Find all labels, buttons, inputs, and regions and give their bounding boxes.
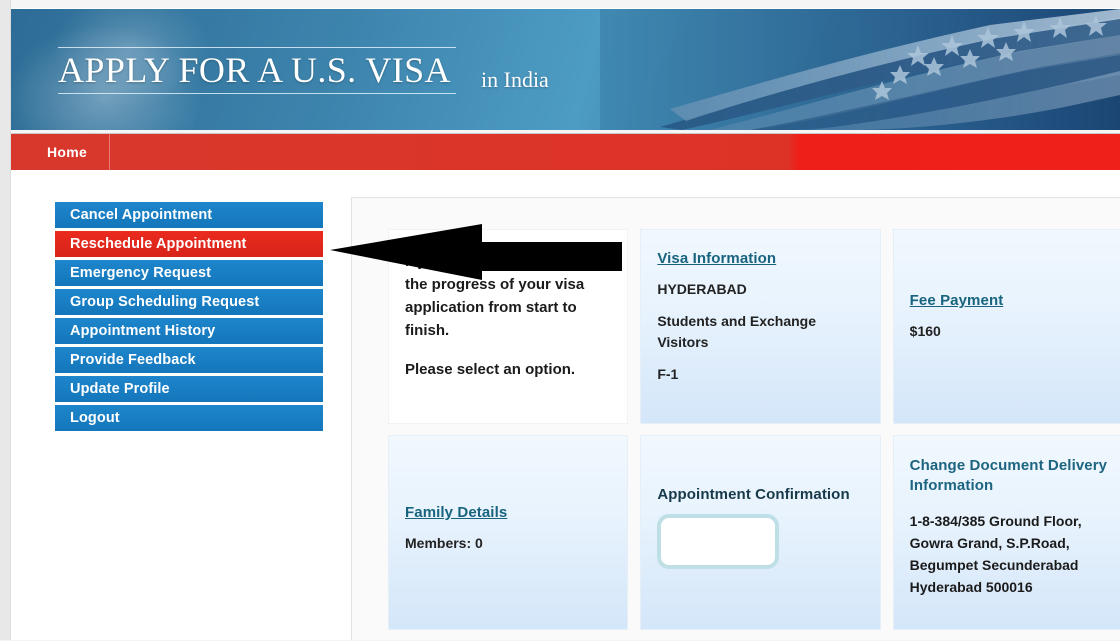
banner-country: in India <box>481 67 549 92</box>
us-flag-svg <box>600 9 1120 130</box>
family-details-members: Members: 0 <box>405 535 483 551</box>
document-delivery-address-line-1: 1-8-384/385 Ground Floor, <box>909 513 1082 529</box>
us-flag-image <box>600 9 1120 130</box>
dashboard-row-bottom: Family Details Members: 0 Appointment Co… <box>388 435 1120 630</box>
sidebar-menu: Cancel Appointment Reschedule Appointmen… <box>42 200 323 433</box>
card-document-delivery[interactable]: Change Document Delivery Information 1-8… <box>892 435 1120 630</box>
page-root: APPLY FOR A U.S. VISA in India Home Canc… <box>0 0 1120 640</box>
main-navbar: Home <box>11 133 1120 171</box>
sidebar-item-update-profile[interactable]: Update Profile <box>55 376 323 402</box>
left-gutter <box>0 0 11 640</box>
document-delivery-address-line-2: Gowra Grand, S.P.Road, <box>909 535 1070 551</box>
content-area: Cancel Appointment Reschedule Appointmen… <box>11 170 1120 640</box>
document-delivery-address-line-3: Begumpet Secunderabad <box>909 557 1079 573</box>
sidebar-item-logout[interactable]: Logout <box>55 405 323 431</box>
card-family-details[interactable]: Family Details Members: 0 <box>388 435 629 630</box>
page-title: APPLY FOR A U.S. VISA <box>58 50 451 90</box>
card-intro: My Dashboard lets you track the progress… <box>388 229 629 424</box>
site-banner: APPLY FOR A U.S. VISA in India <box>11 8 1120 130</box>
sidebar-item-emergency-request[interactable]: Emergency Request <box>55 260 323 286</box>
visa-information-category: Students and Exchange Visitors <box>657 313 817 350</box>
dashboard-card-grid: My Dashboard lets you track the progress… <box>388 229 1120 641</box>
dashboard-panel: My Dashboard lets you track the progress… <box>351 197 1120 640</box>
visa-information-location: HYDERABAD <box>657 281 747 297</box>
document-delivery-link[interactable]: Change Document Delivery Information <box>910 456 1116 496</box>
family-details-link[interactable]: Family Details <box>405 504 507 521</box>
sidebar-item-provide-feedback[interactable]: Provide Feedback <box>55 347 323 373</box>
card-appointment-confirmation[interactable]: Appointment Confirmation <box>640 435 881 630</box>
sidebar-item-reschedule-appointment[interactable]: Reschedule Appointment <box>55 231 323 257</box>
appointment-confirmation-value-box[interactable] <box>657 514 780 569</box>
card-fee-payment[interactable]: Fee Payment $160 <box>892 229 1120 424</box>
sidebar-item-group-scheduling-request[interactable]: Group Scheduling Request <box>55 289 323 315</box>
dashboard-row-top: My Dashboard lets you track the progress… <box>388 229 1120 424</box>
nav-item-home[interactable]: Home <box>33 134 111 170</box>
fee-payment-amount: $160 <box>909 323 941 339</box>
banner-title-block: APPLY FOR A U.S. VISA <box>58 47 456 94</box>
appointment-confirmation-title: Appointment Confirmation <box>657 486 850 503</box>
sidebar-item-cancel-appointment[interactable]: Cancel Appointment <box>55 202 323 228</box>
intro-paragraph-1: My Dashboard lets you track the progress… <box>405 253 610 339</box>
visa-information-class: F-1 <box>657 366 679 382</box>
sidebar-item-appointment-history[interactable]: Appointment History <box>55 318 323 344</box>
title-rule-bottom <box>58 93 456 94</box>
visa-information-link[interactable]: Visa Information <box>657 250 776 267</box>
fee-payment-link[interactable]: Fee Payment <box>910 292 1004 309</box>
card-visa-information[interactable]: Visa Information HYDERABAD Students and … <box>640 229 881 424</box>
intro-paragraph-2: Please select an option. <box>405 361 576 378</box>
document-delivery-address-line-4: Hyderabad 500016 <box>909 579 1033 595</box>
